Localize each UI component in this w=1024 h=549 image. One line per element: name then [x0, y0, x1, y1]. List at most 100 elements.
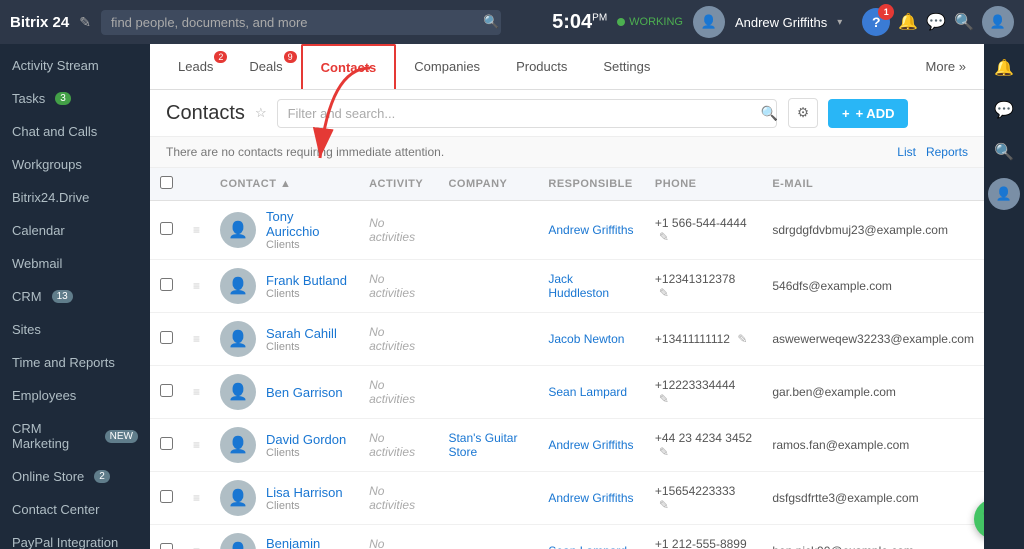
filter-search-input[interactable] — [277, 99, 777, 128]
bitrix-drive-label: Bitrix24.Drive — [12, 190, 89, 205]
contacts-table: CONTACT ▲ ACTIVITY COMPANY RESPONSIBLE P… — [150, 168, 984, 549]
row-checkbox[interactable] — [160, 384, 173, 397]
row-drag-handle[interactable]: ≡ — [183, 419, 210, 472]
sidebar-item-crm-marketing[interactable]: CRM Marketing NEW — [0, 412, 150, 460]
tab-deals[interactable]: Deals 9 — [231, 45, 300, 88]
sidebar-item-contact-center[interactable]: Contact Center — [0, 493, 150, 526]
tab-products[interactable]: Products — [498, 45, 585, 88]
tab-contacts[interactable]: Contacts — [301, 44, 397, 89]
row-drag-handle[interactable]: ≡ — [183, 366, 210, 419]
phone-edit-icon[interactable]: ✎ — [659, 445, 669, 459]
tab-companies[interactable]: Companies — [396, 45, 498, 88]
sidebar-item-paypal[interactable]: PayPal Integration — [0, 526, 150, 549]
row-drag-handle[interactable]: ≡ — [183, 201, 210, 260]
responsible-link[interactable]: Andrew Griffiths — [548, 223, 633, 237]
contact-name[interactable]: Benjamin Pickerton — [266, 536, 349, 549]
notice-text: There are no contacts requiring immediat… — [166, 145, 444, 159]
contact-name[interactable]: Tony Auricchio — [266, 209, 349, 239]
header-email[interactable]: E-MAIL — [762, 168, 984, 201]
phone-edit-icon[interactable]: ✎ — [659, 230, 669, 244]
help-button[interactable]: ? 1 — [862, 8, 890, 36]
row-checkbox[interactable] — [160, 222, 173, 235]
reports-view-button[interactable]: Reports — [926, 145, 968, 159]
sidebar-item-calendar[interactable]: Calendar — [0, 214, 150, 247]
responsible-link[interactable]: Jack Huddleston — [548, 272, 609, 300]
row-responsible-cell: Jacob Newton — [538, 313, 645, 366]
sidebar-item-sites[interactable]: Sites — [0, 313, 150, 346]
edit-icon[interactable]: ✎ — [79, 14, 91, 31]
profile-avatar-right[interactable]: 👤 — [982, 6, 1014, 38]
favorite-icon[interactable]: ☆ — [255, 105, 267, 121]
header-contact[interactable]: CONTACT ▲ — [210, 168, 359, 201]
email-address: 546dfs@example.com — [772, 279, 892, 293]
employees-label: Employees — [12, 388, 76, 403]
sidebar-item-bitrix-drive[interactable]: Bitrix24.Drive — [0, 181, 150, 214]
responsible-link[interactable]: Jacob Newton — [548, 332, 624, 346]
header-responsible[interactable]: RESPONSIBLE — [538, 168, 645, 201]
global-search-input[interactable] — [101, 10, 501, 35]
add-contact-button[interactable]: + + ADD — [828, 99, 908, 128]
crm-marketing-label: CRM Marketing — [12, 421, 95, 451]
row-activity-cell: No activities — [359, 260, 438, 313]
row-drag-handle[interactable]: ≡ — [183, 472, 210, 525]
contact-name[interactable]: David Gordon — [266, 432, 346, 447]
sidebar-item-webmail[interactable]: Webmail — [0, 247, 150, 280]
phone-edit-icon[interactable]: ✎ — [659, 286, 669, 300]
messages-button[interactable]: 💬 — [926, 12, 946, 32]
select-all-checkbox[interactable] — [160, 176, 173, 189]
responsible-link[interactable]: Andrew Griffiths — [548, 491, 633, 505]
table-header-row: CONTACT ▲ ACTIVITY COMPANY RESPONSIBLE P… — [150, 168, 984, 201]
search-button[interactable]: 🔍 — [954, 12, 974, 32]
sidebar-item-crm[interactable]: CRM 13 — [0, 280, 150, 313]
crm-marketing-badge: NEW — [105, 430, 138, 443]
username-dropdown-arrow[interactable]: ▾ — [837, 17, 842, 28]
responsible-link[interactable]: Andrew Griffiths — [548, 438, 633, 452]
right-chat-button[interactable]: 💬 — [984, 90, 1024, 130]
sidebar-item-online-store[interactable]: Online Store 2 — [0, 460, 150, 493]
notifications-button[interactable]: 🔔 — [898, 12, 918, 32]
activity-label: No activities — [369, 537, 415, 549]
responsible-link[interactable]: Sean Lampard — [548, 544, 627, 549]
tab-settings[interactable]: Settings — [585, 45, 668, 88]
header-phone[interactable]: PHONE — [645, 168, 762, 201]
right-avatar[interactable]: 👤 — [988, 178, 1020, 210]
header-company[interactable]: COMPANY — [438, 168, 538, 201]
list-view-button[interactable]: List — [897, 145, 916, 159]
settings-gear-button[interactable]: ⚙ — [788, 98, 818, 128]
sidebar-item-tasks[interactable]: Tasks 3 — [0, 82, 150, 115]
row-drag-handle[interactable]: ≡ — [183, 313, 210, 366]
row-checkbox[interactable] — [160, 437, 173, 450]
row-checkbox[interactable] — [160, 278, 173, 291]
sidebar-item-employees[interactable]: Employees — [0, 379, 150, 412]
phone-edit-icon[interactable]: ✎ — [659, 392, 669, 406]
contact-name[interactable]: Frank Butland — [266, 273, 347, 288]
row-checkbox[interactable] — [160, 543, 173, 549]
row-checkbox[interactable] — [160, 331, 173, 344]
row-checkbox[interactable] — [160, 490, 173, 503]
working-status[interactable]: WORKING — [617, 16, 683, 28]
header-activity[interactable]: ACTIVITY — [359, 168, 438, 201]
sidebar-item-chat-calls[interactable]: Chat and Calls — [0, 115, 150, 148]
user-avatar[interactable]: 👤 — [693, 6, 725, 38]
phone-edit-icon[interactable]: ✎ — [737, 332, 747, 346]
sidebar-item-workgroups[interactable]: Workgroups — [0, 148, 150, 181]
crm-label: CRM — [12, 289, 42, 304]
row-drag-handle[interactable]: ≡ — [183, 525, 210, 549]
sidebar-item-activity-stream[interactable]: Activity Stream — [0, 49, 150, 82]
contact-name[interactable]: Ben Garrison — [266, 385, 343, 400]
responsible-link[interactable]: Sean Lampard — [548, 385, 627, 399]
activity-label: No activities — [369, 216, 415, 244]
company-link[interactable]: Stan's Guitar Store — [448, 431, 517, 459]
tabs-more-button[interactable]: More » — [918, 45, 974, 88]
phone-edit-icon[interactable]: ✎ — [659, 498, 669, 512]
tab-leads[interactable]: Leads 2 — [160, 45, 231, 88]
sidebar-item-time-reports[interactable]: Time and Reports — [0, 346, 150, 379]
search-icon: 🔍 — [483, 14, 499, 30]
right-search-button[interactable]: 🔍 — [984, 132, 1024, 172]
contact-name[interactable]: Sarah Cahill — [266, 326, 337, 341]
phone-number: +13411111112 — [655, 332, 730, 346]
row-drag-handle[interactable]: ≡ — [183, 260, 210, 313]
contact-name[interactable]: Lisa Harrison — [266, 485, 343, 500]
row-activity-cell: No activities — [359, 472, 438, 525]
right-notification-button[interactable]: 🔔 — [984, 48, 1024, 88]
